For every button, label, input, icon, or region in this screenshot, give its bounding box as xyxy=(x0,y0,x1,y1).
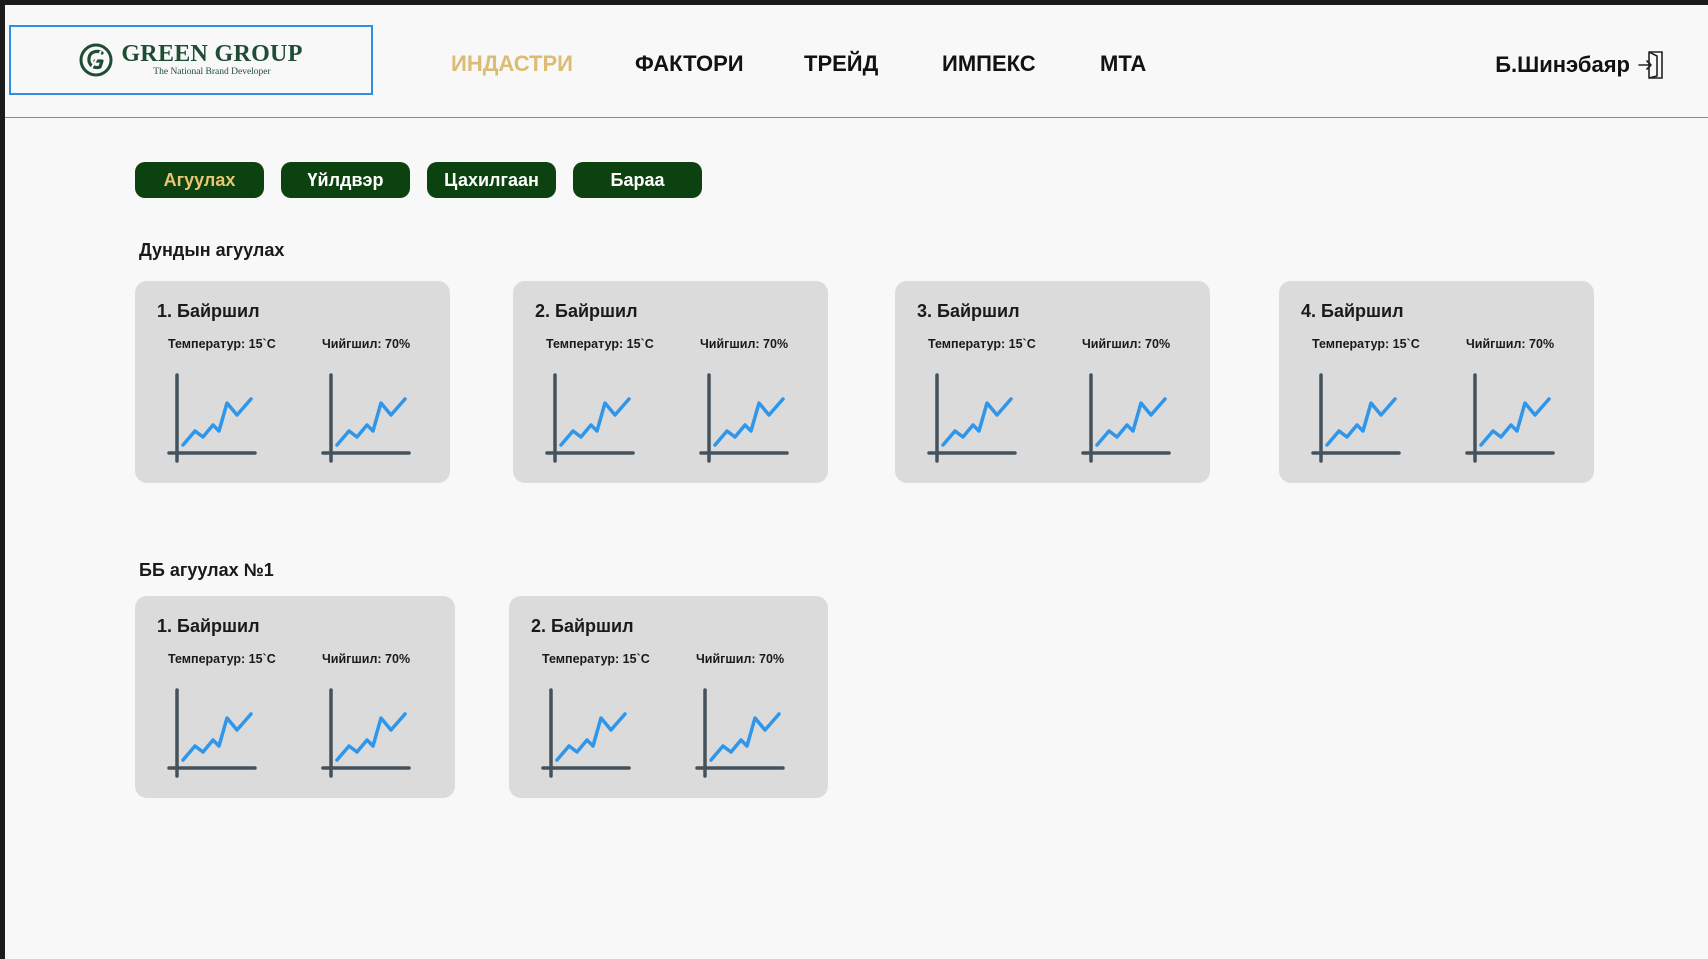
humidity-chart-icon xyxy=(1465,373,1555,463)
location-card[interactable]: 3. Байршил Температур: 15`C Чийгшил: 70% xyxy=(895,281,1210,483)
humidity-value: Чийгшил: 70% xyxy=(1082,337,1171,351)
temperature-chart-icon xyxy=(545,373,635,463)
temperature-value: Температур: 15`C xyxy=(546,337,654,351)
temperature-value: Температур: 15`C xyxy=(168,337,276,351)
humidity-chart-icon xyxy=(695,688,785,778)
location-title: 2. Байршил xyxy=(531,616,634,636)
humidity-value: Чийгшил: 70% xyxy=(322,337,411,351)
category-tabs: Агуулах Үйлдвэр Цахилгаан Бараа xyxy=(135,162,702,198)
logout-icon[interactable] xyxy=(1638,49,1666,81)
location-card[interactable]: 1. Байршил Температур: 15`C Чийгшил: 70% xyxy=(135,281,450,483)
humidity-chart-icon xyxy=(321,373,411,463)
location-card[interactable]: 4. Байршил Температур: 15`C Чийгшил: 70% xyxy=(1279,281,1594,483)
temperature-value: Температур: 15`C xyxy=(542,652,650,666)
humidity-chart-icon xyxy=(1081,373,1171,463)
temperature-chart-icon xyxy=(167,688,257,778)
nav-item-impex[interactable]: ИМПЕКС xyxy=(942,51,1036,77)
brand-name: GREEN GROUP xyxy=(121,41,303,68)
user-menu[interactable]: Б.Шинэбаяр xyxy=(1495,49,1666,81)
humidity-value: Чийгшил: 70% xyxy=(696,652,785,666)
top-header: GREEN GROUP The National Brand Developer… xyxy=(5,5,1708,118)
green-group-logo-icon xyxy=(79,43,113,77)
temperature-value: Температур: 15`C xyxy=(928,337,1036,351)
humidity-chart-icon xyxy=(699,373,789,463)
location-title: 2. Байршил xyxy=(535,301,638,321)
location-title: 1. Байршил xyxy=(157,616,260,636)
temperature-chart-icon xyxy=(541,688,631,778)
nav-item-trade[interactable]: ТРЕЙД xyxy=(804,51,878,77)
nav-item-factory[interactable]: ФАКТОРИ xyxy=(635,51,744,77)
tab-electricity[interactable]: Цахилгаан xyxy=(427,162,556,198)
tab-factory[interactable]: Үйлдвэр xyxy=(281,162,410,198)
location-title: 3. Байршил xyxy=(917,301,1020,321)
nav-item-mta[interactable]: МТА xyxy=(1100,51,1146,77)
temperature-chart-icon xyxy=(167,373,257,463)
tab-goods[interactable]: Бараа xyxy=(573,162,702,198)
humidity-value: Чийгшил: 70% xyxy=(1466,337,1555,351)
section-title: ББ агуулах №1 xyxy=(139,560,274,580)
nav-item-industry[interactable]: ИНДАСТРИ xyxy=(451,51,573,77)
location-card[interactable]: 2. Байршил Температур: 15`C Чийгшил: 70% xyxy=(509,596,828,798)
location-card[interactable]: 1. Байршил Температур: 15`C Чийгшил: 70% xyxy=(135,596,455,798)
temperature-value: Температур: 15`C xyxy=(1312,337,1420,351)
location-title: 1. Байршил xyxy=(157,301,260,321)
temperature-chart-icon xyxy=(927,373,1017,463)
humidity-value: Чийгшил: 70% xyxy=(700,337,789,351)
tab-warehouse[interactable]: Агуулах xyxy=(135,162,264,198)
user-name: Б.Шинэбаяр xyxy=(1495,52,1630,77)
location-title: 4. Байршил xyxy=(1301,301,1404,321)
brand-logo[interactable]: GREEN GROUP The National Brand Developer xyxy=(9,25,373,95)
location-card[interactable]: 2. Байршил Температур: 15`C Чийгшил: 70% xyxy=(513,281,828,483)
temperature-chart-icon xyxy=(1311,373,1401,463)
section-title: Дундын агуулах xyxy=(139,240,285,260)
temperature-value: Температур: 15`C xyxy=(168,652,276,666)
brand-tagline: The National Brand Developer xyxy=(153,67,271,78)
page: GREEN GROUP The National Brand Developer… xyxy=(5,5,1708,959)
humidity-value: Чийгшил: 70% xyxy=(322,652,411,666)
humidity-chart-icon xyxy=(321,688,411,778)
